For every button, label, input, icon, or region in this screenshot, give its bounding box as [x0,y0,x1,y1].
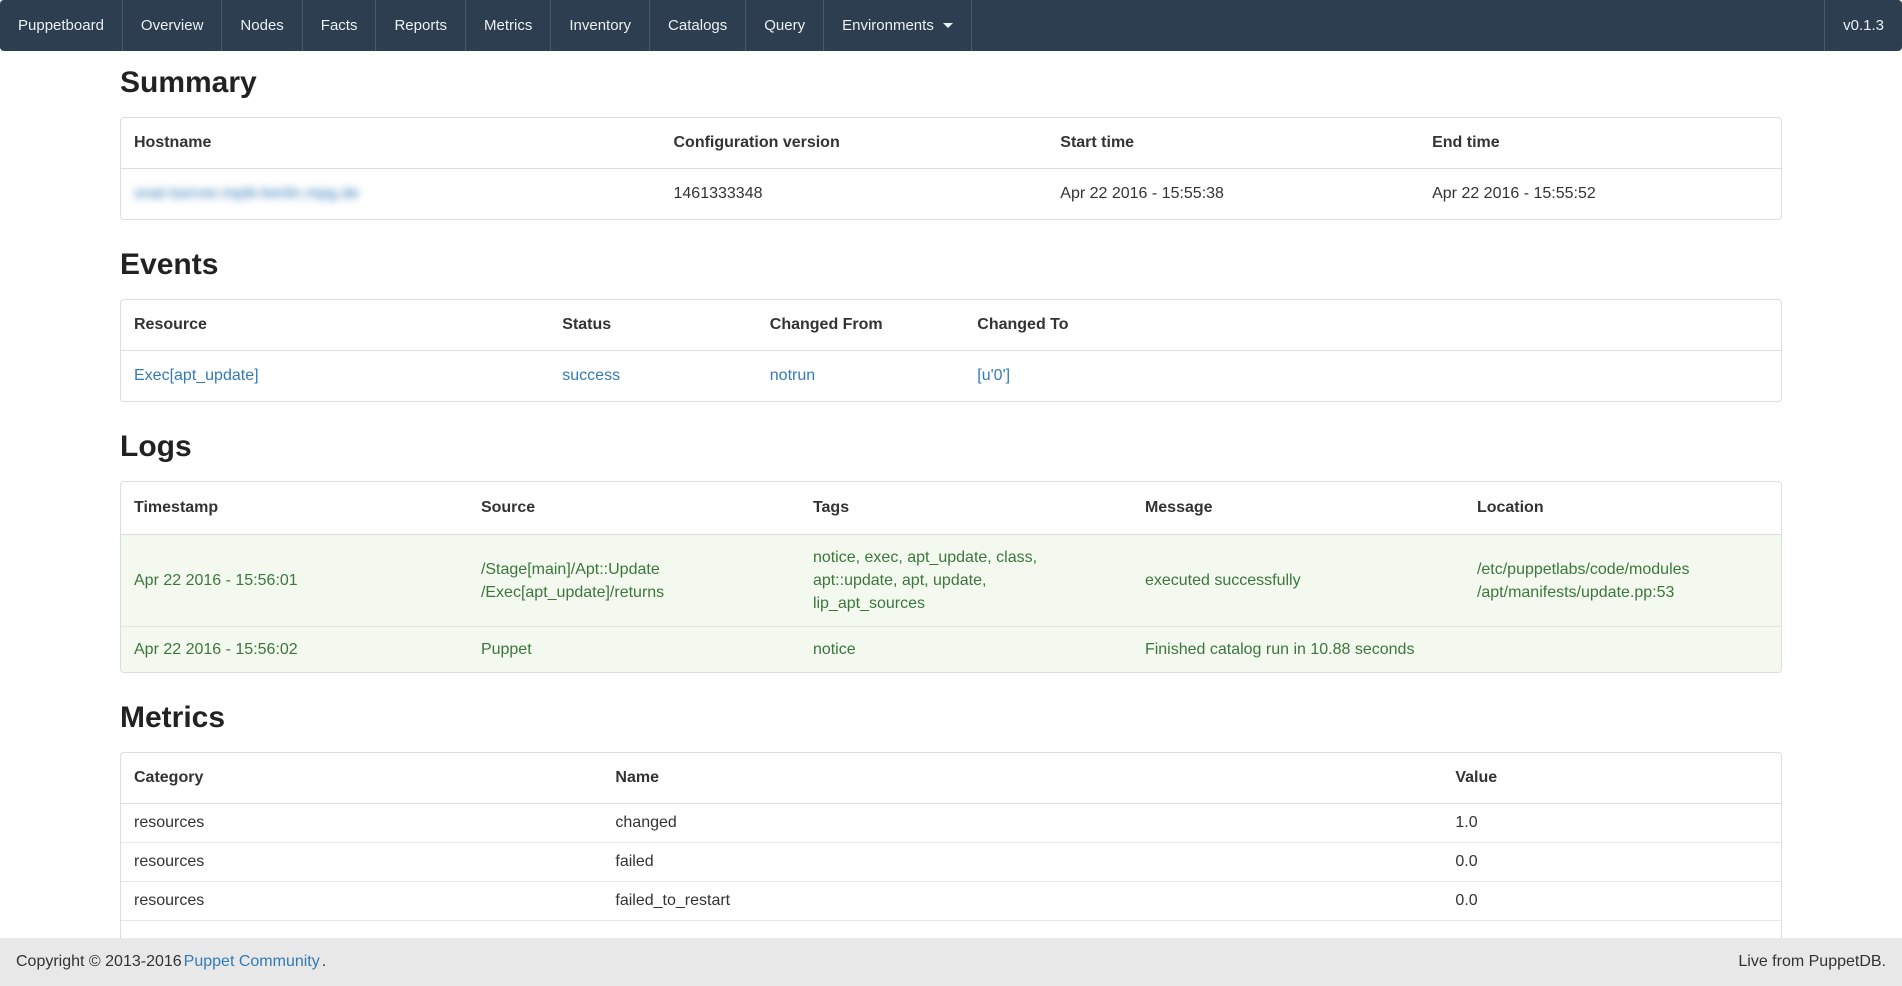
log-location [1464,627,1781,673]
metrics-col-name: Name [602,753,1442,804]
logs-table: Timestamp Source Tags Message Location A… [120,481,1782,673]
copyright-text: Copyright © 2013-2016 [16,953,182,970]
nav-dropdown-environments[interactable]: Environments [823,0,972,51]
page-footer: Copyright © 2013-2016Puppet Community. L… [0,938,1902,986]
log-message: Finished catalog run in 10.88 seconds [1132,627,1464,673]
end-time-value: Apr 22 2016 - 15:55:52 [1419,169,1781,220]
event-changed-from-link[interactable]: notrun [770,367,815,384]
hostname-link[interactable]: xnat-tserver.mpib-berlin.mpg.de [134,185,359,202]
log-location-line: /apt/manifests/update.pp:53 [1477,581,1768,604]
log-tags: notice [800,627,1132,673]
start-time-value: Apr 22 2016 - 15:55:38 [1047,169,1419,220]
nav-item-facts[interactable]: Facts [302,0,376,51]
logs-col-message: Message [1132,482,1464,535]
event-status-link[interactable]: success [562,367,620,384]
metric-category: resources [121,843,602,882]
config-version-value: 1461333348 [661,169,1048,220]
logs-col-tags: Tags [800,482,1132,535]
logs-heading: Logs [120,430,1782,464]
footer-copyright: Copyright © 2013-2016Puppet Community. [16,953,326,971]
summary-header-row: Hostname Configuration version Start tim… [121,118,1781,169]
summary-table: Hostname Configuration version Start tim… [120,117,1782,220]
metric-row: resources changed 1.0 [121,804,1781,843]
metric-name: failed_to_restart [602,882,1442,921]
log-source-line: /Stage[main]/Apt::Update [481,558,787,581]
puppet-community-link[interactable]: Puppet Community [184,953,320,970]
metrics-heading: Metrics [120,701,1782,735]
version-badge: v0.1.3 [1824,0,1902,51]
events-table: Resource Status Changed From Changed To … [120,299,1782,402]
summary-heading: Summary [120,66,1782,100]
metric-row: resources failed 0.0 [121,843,1781,882]
log-timestamp: Apr 22 2016 - 15:56:02 [121,627,468,673]
navbar-left: Puppetboard Overview Nodes Facts Reports… [0,0,972,51]
events-col-changed-to: Changed To [964,300,1781,351]
navbar-brand-puppetboard[interactable]: Puppetboard [0,0,122,51]
logs-col-source: Source [468,482,800,535]
event-changed-to-link[interactable]: [u'0'] [977,367,1010,384]
copyright-period: . [322,953,326,970]
events-header-row: Resource Status Changed From Changed To [121,300,1781,351]
nav-item-catalogs[interactable]: Catalogs [649,0,745,51]
logs-col-location: Location [1464,482,1781,535]
log-tags: notice, exec, apt_update, class, apt::up… [800,535,1132,627]
summary-col-end-time: End time [1419,118,1781,169]
navbar-spacer [972,0,1824,51]
log-location-line: /etc/puppetlabs/code/modules [1477,558,1768,581]
summary-col-start-time: Start time [1047,118,1419,169]
metrics-col-value: Value [1442,753,1781,804]
nav-item-overview[interactable]: Overview [122,0,222,51]
events-col-resource: Resource [121,300,549,351]
nav-item-query[interactable]: Query [745,0,823,51]
metrics-col-category: Category [121,753,602,804]
event-resource-link[interactable]: Exec[apt_update] [134,367,259,384]
log-source: Puppet [468,627,800,673]
nav-item-reports[interactable]: Reports [375,0,465,51]
main-content: Summary Hostname Configuration version S… [120,66,1782,962]
summary-col-hostname: Hostname [121,118,661,169]
metric-value: 1.0 [1442,804,1781,843]
logs-header-row: Timestamp Source Tags Message Location [121,482,1781,535]
metric-category: resources [121,882,602,921]
log-row: Apr 22 2016 - 15:56:01 /Stage[main]/Apt:… [121,535,1781,627]
log-message: executed successfully [1132,535,1464,627]
log-row: Apr 22 2016 - 15:56:02 Puppet notice Fin… [121,627,1781,673]
nav-item-metrics[interactable]: Metrics [465,0,550,51]
log-timestamp: Apr 22 2016 - 15:56:01 [121,535,468,627]
metrics-header-row: Category Name Value [121,753,1781,804]
summary-row: xnat-tserver.mpib-berlin.mpg.de 14613333… [121,169,1781,220]
summary-col-config-version: Configuration version [661,118,1048,169]
events-col-changed-from: Changed From [757,300,965,351]
event-row: Exec[apt_update] success notrun [u'0'] [121,351,1781,402]
footer-live-from-puppetdb: Live from PuppetDB. [1738,953,1886,971]
top-navbar: Puppetboard Overview Nodes Facts Reports… [0,0,1902,51]
metric-name: changed [602,804,1442,843]
nav-item-nodes[interactable]: Nodes [221,0,301,51]
metrics-table: Category Name Value resources changed 1.… [120,752,1782,962]
logs-col-timestamp: Timestamp [121,482,468,535]
events-col-status: Status [549,300,757,351]
nav-item-inventory[interactable]: Inventory [550,0,649,51]
metric-value: 0.0 [1442,843,1781,882]
log-source: /Stage[main]/Apt::Update /Exec[apt_updat… [468,535,800,627]
events-heading: Events [120,248,1782,282]
metric-value: 0.0 [1442,882,1781,921]
metric-row: resources failed_to_restart 0.0 [121,882,1781,921]
log-location: /etc/puppetlabs/code/modules /apt/manife… [1464,535,1781,627]
metric-category: resources [121,804,602,843]
metric-name: failed [602,843,1442,882]
log-source-line: /Exec[apt_update]/returns [481,581,787,604]
caret-down-icon [943,23,953,28]
environments-label: Environments [842,17,934,34]
